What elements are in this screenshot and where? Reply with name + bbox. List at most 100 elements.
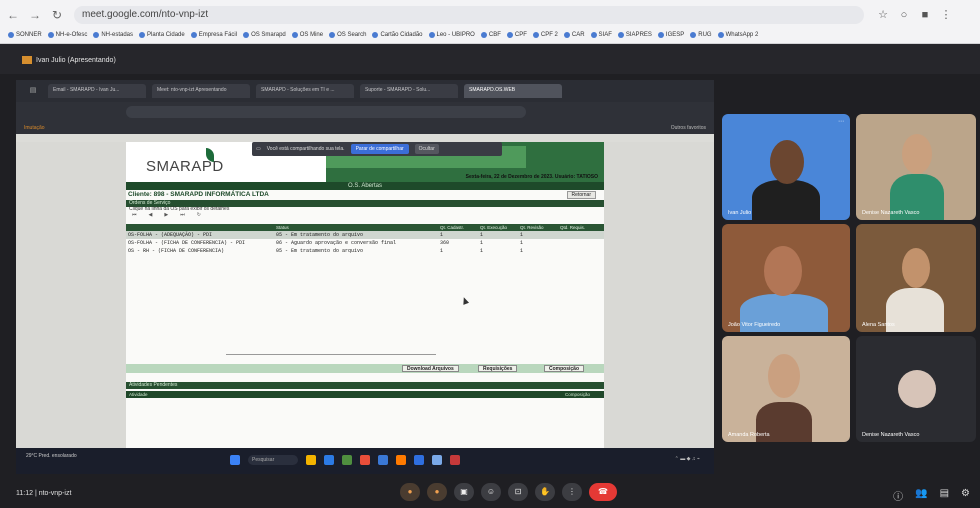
side-controls: ⓘ 👥 ▤ ⚙ [893,488,970,503]
bookmark-item[interactable]: Planta Cidade [139,31,185,38]
bookmark-item[interactable]: Cartão Cidadão [372,31,423,38]
bookmark-item[interactable]: SIAPRES [617,31,652,38]
app-icon [306,455,316,465]
shared-bg-left [16,142,126,448]
bookmark-item[interactable]: Empresa Fácil [190,31,237,38]
hide-banner-button[interactable]: Ocultar [414,144,439,154]
bookmark-item[interactable]: OS Mine [291,31,323,38]
retornar-button[interactable]: Retornar [566,191,596,199]
profile-icon[interactable]: ○ [897,8,911,22]
bookmark-item[interactable]: Leo - UBIPRO [428,31,475,38]
shared-tab: SMARAPD - Soluções em TI e ... [256,84,354,98]
next-page-icon[interactable]: ▶ [164,212,168,219]
bookmark-favicon-icon [139,31,146,38]
browser-chrome: ← → ↻ meet.google.com/nto-vnp-izt ☆ ○ ■ … [0,0,980,44]
extensions-icon[interactable]: ■ [918,8,932,22]
bookmark-item[interactable]: OS Smarapd [243,31,286,38]
composicao-button[interactable]: Composição [544,365,585,372]
taskbar-search: Pesquisar [248,455,298,465]
stop-sharing-button[interactable]: Parar de compartilhar [350,144,409,154]
person-head [764,246,802,296]
chat-icon[interactable]: ▤ [940,488,949,503]
back-icon[interactable]: ← [4,6,22,24]
activities-icon[interactable]: ⚙ [961,488,970,503]
people-icon[interactable]: 👥 [915,488,927,503]
client-name: Cliente: 898 - SMARAPD INFORMÁTICA LTDA [128,191,269,198]
info-icon[interactable]: ⓘ [893,488,903,503]
person-head [902,248,930,288]
captions-icon[interactable]: ▣ [454,483,474,501]
mic-icon[interactable]: ● [400,483,420,501]
bookmark-favicon-icon [590,31,597,38]
download-arquivos-button[interactable]: Download Arquivos [402,365,459,372]
system-tray: ⌃ ▬ ◆ ♫ ⌁ [674,456,700,462]
star-icon[interactable]: ☆ [876,8,890,22]
bookmark-favicon-icon [190,31,197,38]
camera-icon[interactable]: ● [427,483,447,501]
reload-icon[interactable]: ↻ [48,6,66,24]
bookmark-favicon-icon [93,31,100,38]
participant-tile[interactable]: Denise Nazareth Vasco [856,114,976,220]
bookmark-item[interactable]: CAR [563,31,585,38]
present-icon[interactable]: ⊡ [508,483,528,501]
table-row[interactable]: OS - RH - (FICHA DE CONFERENCIA) 05 - Em… [126,247,604,255]
bookmark-favicon-icon [532,31,539,38]
menu-icon[interactable]: ⋮ [939,8,953,22]
bookmark-item[interactable]: OS Search [329,31,366,38]
bookmark-item[interactable]: IGESP [657,31,684,38]
bookmark-favicon-icon [717,31,724,38]
section-atividades: Atividades Pendentes [126,382,604,389]
participant-tile[interactable]: Amanda Roberta [722,336,850,442]
more-options-icon[interactable]: ⋯ [838,118,844,125]
participant-tile[interactable]: ⋯ Ivan Julio [722,114,850,220]
participant-tile[interactable]: Alena Santos [856,224,976,332]
forward-icon[interactable]: → [26,6,44,24]
share-banner: ▭ Você está compartilhando sua tela. Par… [252,142,502,156]
bookmark-item[interactable]: CPF 2 [532,31,558,38]
weather-widget: 29°C Pred. ensolarado [26,453,77,459]
refresh-icon[interactable]: ↻ [197,212,201,219]
bookmark-favicon-icon [8,31,14,38]
bookmark-item[interactable]: CBF [480,31,501,38]
windows-taskbar: 29°C Pred. ensolarado Pesquisar ⌃ ▬ ◆ ♫ … [16,448,714,474]
bookmark-item[interactable]: SIAF [590,31,612,38]
bookmark-item[interactable]: CPF [506,31,527,38]
person-head [770,140,804,184]
more-options-icon[interactable]: ⋮ [562,483,582,501]
raise-hand-icon[interactable]: ✋ [535,483,555,501]
requisicoes-button[interactable]: Requisições [478,365,518,372]
bookmark-item[interactable]: WhatsApp 2 [717,31,758,38]
table-row[interactable]: OS-FOLHA - (FICHA DE CONFERENCIA) - PDI … [126,239,604,247]
participant-tile[interactable]: João Vitor Figueiredo [722,224,850,332]
presenter-label: Ivan Julio (Apresentando) [22,56,116,64]
page-title: O.S. Abertas [126,182,604,190]
bookmark-favicon-icon [690,31,697,38]
date-user-line: Sexta-feira, 22 de Dezembro de 2023. Usu… [465,174,598,180]
presenting-icon [22,56,32,64]
action-buttons: Download Arquivos Requisições Composição [126,364,604,373]
app-icon [432,455,442,465]
app-icon [378,455,388,465]
participant-tile[interactable]: Denise Nazareth Vasco [856,336,976,442]
shared-bookmarks: Imutação Outros favoritos [16,122,714,134]
table-row[interactable]: OS-FOLHA - (ADEQUAÇÃO) - PDI 05 - Em tra… [126,231,604,239]
person-head [768,354,800,398]
start-icon [230,455,240,465]
meeting-info: 11:12 | nto-vnp-izt [16,490,72,497]
url-bar[interactable]: meet.google.com/nto-vnp-izt [74,6,864,24]
bookmark-item[interactable]: NH-e-Ofesc [47,31,87,38]
last-page-icon[interactable]: ⏭ [180,212,185,219]
bookmark-item[interactable]: RUG [690,31,712,38]
emoji-icon[interactable]: ☺ [481,483,501,501]
prev-page-icon[interactable]: ◀ [149,212,153,219]
bookmark-item[interactable]: SONNER [8,31,42,38]
first-page-icon[interactable]: ⏮ [132,212,137,219]
end-call-button[interactable]: ☎ [589,483,617,501]
bookmark-favicon-icon [291,31,298,38]
divider [226,354,436,355]
person-head [902,134,932,174]
shared-bg-right [604,142,714,448]
app-icon [342,455,352,465]
meet-title-bar: Ivan Julio (Apresentando) [0,44,980,74]
bookmark-item[interactable]: NH-estadas [93,31,133,38]
